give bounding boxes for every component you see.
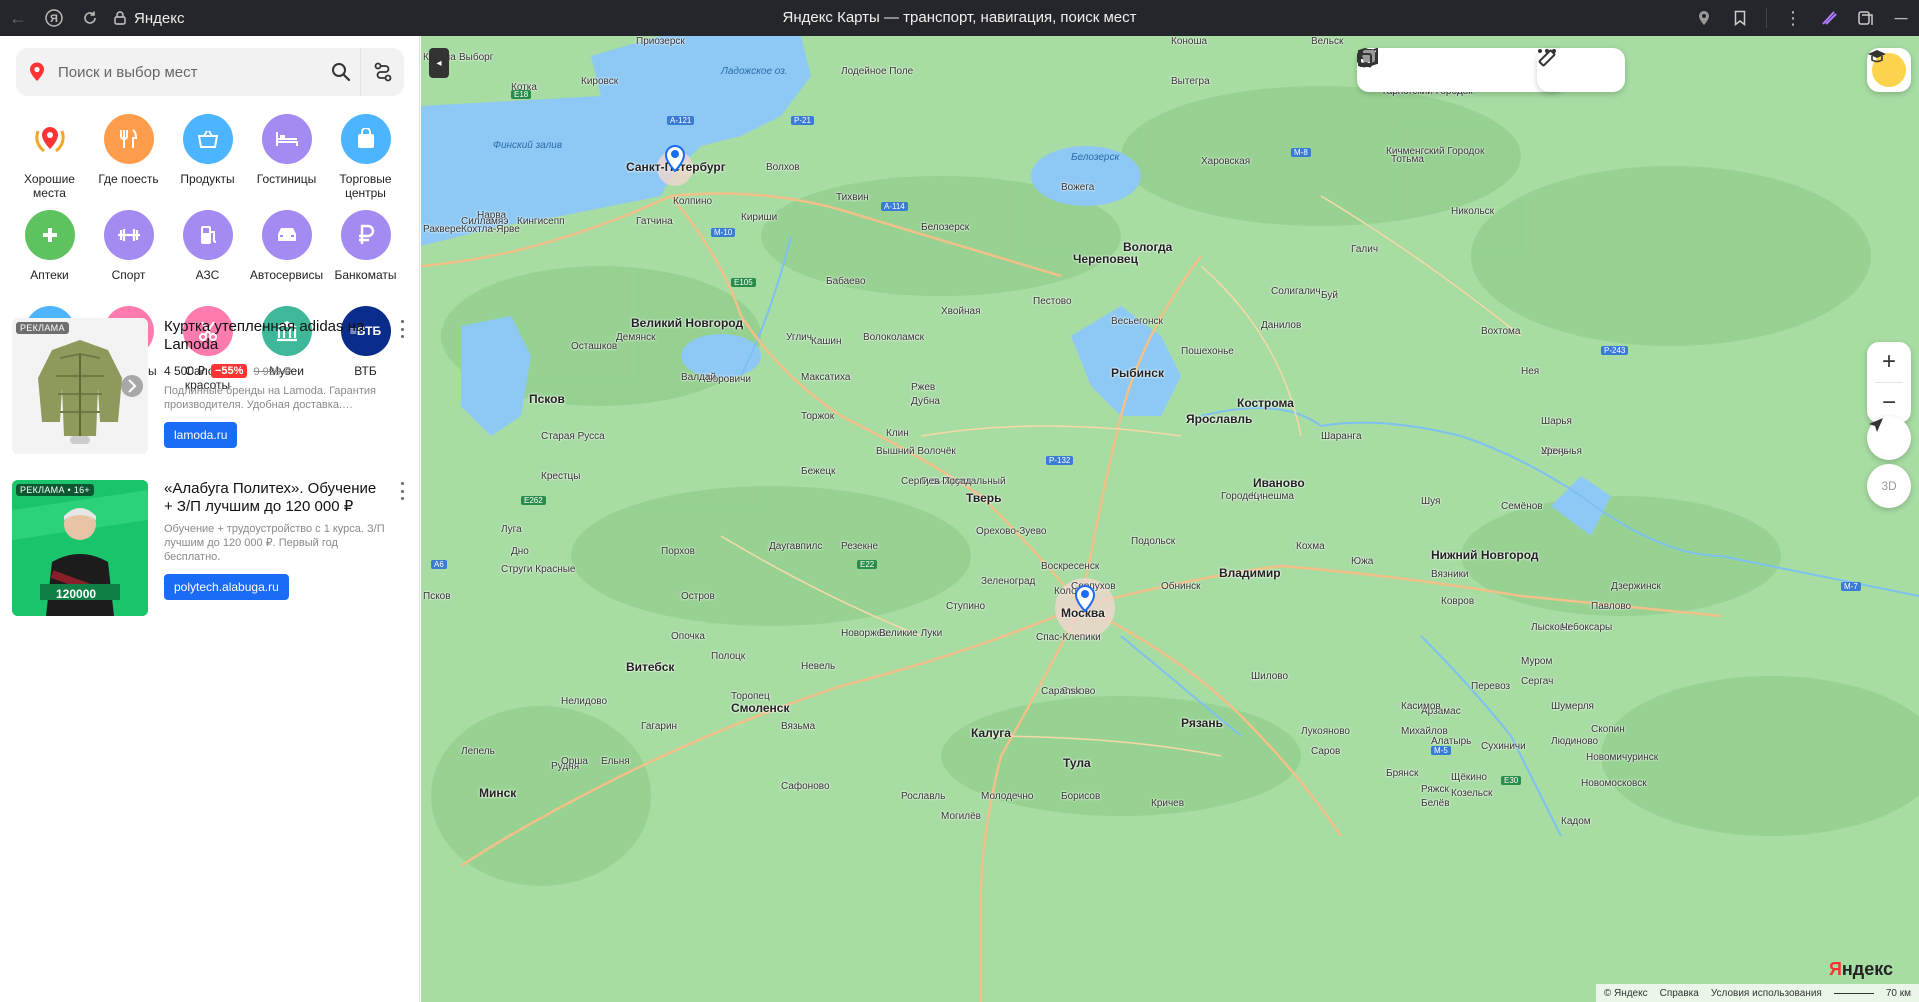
category-label: АЗС — [195, 268, 220, 282]
ad-image-jacket[interactable]: РЕКЛАМА — [12, 318, 148, 454]
map-marker-icon — [665, 145, 685, 172]
copyright-text: © Яндекс — [1603, 987, 1648, 999]
ad-image-text: 120000 — [56, 587, 97, 601]
route-icon — [374, 62, 391, 82]
dumbbell-icon — [103, 210, 154, 260]
ad-discount: −55% — [211, 364, 248, 378]
category-label: Спорт — [111, 268, 146, 282]
car-icon — [261, 210, 312, 260]
navigation-arrow-icon — [1869, 418, 1883, 432]
divider — [1766, 8, 1767, 28]
route-button[interactable] — [360, 48, 404, 96]
ad-description: Обучение + трудоустройство с 1 курса. З/… — [164, 523, 385, 563]
3d-label: 3D — [1881, 479, 1897, 493]
map-pin-icon — [16, 62, 58, 82]
terms-link[interactable]: Условия использования — [1711, 988, 1822, 999]
category-label: Продукты — [180, 172, 235, 186]
category-bed[interactable]: Гостиницы — [247, 114, 326, 202]
reload-icon[interactable] — [72, 0, 108, 36]
scale-label: 70 км — [1885, 987, 1911, 999]
plus-icon — [24, 210, 75, 260]
zoom-control: + − — [1867, 342, 1911, 423]
lock-icon — [114, 11, 126, 25]
ad-link-button[interactable]: lamoda.ru — [164, 422, 238, 448]
page-title: Яндекс Карты — транспорт, навигация, пои… — [782, 9, 1137, 26]
back-icon[interactable]: ← — [0, 0, 36, 36]
category-shopping-bag[interactable]: Торговые центры — [326, 114, 405, 202]
browser-toolbar: ← Я Яндекс Яндекс Карты — транспорт, нав… — [0, 0, 1919, 36]
ad-price: 4 500 ₽ — [164, 364, 205, 378]
category-label: Хорошие места — [24, 172, 75, 200]
more-dots-icon[interactable] — [1538, 49, 1621, 90]
category-award-pin[interactable]: Хорошие места — [10, 114, 89, 202]
layers-toolbar — [1357, 48, 1565, 92]
category-label: Банкоматы — [334, 268, 397, 282]
minimize-icon[interactable]: ─ — [1883, 0, 1919, 36]
zoom-in-button[interactable]: + — [1867, 342, 1911, 382]
ad-description: Подлинные бренды на Lamoda. Гарантия про… — [164, 385, 377, 411]
category-label: Где поесть — [98, 172, 159, 186]
search-icon[interactable] — [322, 48, 360, 96]
ruble-icon — [340, 210, 391, 260]
layer-photo-icon[interactable] — [1357, 49, 1481, 90]
ad-card-alabuga[interactable]: РЕКЛАМА • 16+ 120000 «Алабуга Политех». … — [12, 480, 408, 616]
sidebar-panel: Хорошие места Где поесть Продукты Гостиницы… — [0, 36, 420, 1002]
map-canvas[interactable]: Санкт-ПетербургМоскваНижний НовгородЯрос… — [421, 36, 1919, 1002]
category-fuel[interactable]: АЗС — [168, 210, 247, 298]
map-layer[interactable] — [421, 36, 1919, 1002]
map-marker-icon — [1075, 585, 1095, 612]
category-label: Аптеки — [30, 268, 69, 282]
fuel-icon — [182, 210, 233, 260]
ad-menu-icon[interactable] — [394, 320, 410, 338]
tools-toolbar — [1537, 48, 1625, 92]
ad-badge: РЕКЛАМА — [16, 322, 69, 334]
menu-dots-icon[interactable]: ⋮ — [1775, 0, 1811, 36]
geolocation-button[interactable] — [1867, 416, 1911, 460]
layer-panorama-icon[interactable] — [1358, 48, 1441, 90]
profile-button[interactable] — [1867, 48, 1911, 92]
collections-icon[interactable] — [1847, 0, 1883, 36]
category-dumbbell[interactable]: Спорт — [89, 210, 168, 298]
ad-old-price: 9 999 ₽ — [253, 365, 292, 378]
ad-price-row: 4 500 ₽ −55% 9 999 ₽ — [164, 364, 394, 378]
search-box[interactable] — [16, 48, 404, 96]
academic-cap-icon — [1868, 50, 1906, 87]
category-car[interactable]: Автосервисы — [247, 210, 326, 298]
ruler-icon[interactable] — [1538, 49, 1581, 90]
yandex-brand-logo: Яндекс — [1828, 959, 1893, 979]
scale-line — [1833, 992, 1874, 994]
help-link[interactable]: Справка — [1660, 988, 1699, 999]
ad-badge: РЕКЛАМА • 16+ — [16, 484, 94, 496]
fork-knife-icon — [103, 114, 154, 164]
site-name: Яндекс — [134, 9, 185, 27]
ad-card-lamoda[interactable]: РЕКЛАМА Куртка утепленная adidas на Lamo… — [12, 318, 408, 454]
bed-icon — [261, 114, 312, 164]
shopping-bag-icon — [340, 114, 391, 164]
category-basket[interactable]: Продукты — [168, 114, 247, 202]
category-label: Автосервисы — [249, 268, 324, 282]
3d-button[interactable]: 3D — [1867, 464, 1911, 508]
category-plus[interactable]: Аптеки — [10, 210, 89, 298]
category-label: Гостиницы — [256, 172, 317, 186]
ad-image-alabuga[interactable]: РЕКЛАМА • 16+ 120000 — [12, 480, 148, 616]
ad-menu-icon[interactable] — [394, 482, 410, 500]
ad-link-button[interactable]: polytech.alabuga.ru — [164, 574, 289, 600]
category-label: Торговые центры — [339, 172, 392, 200]
search-input[interactable] — [58, 63, 322, 81]
alice-icon[interactable] — [1811, 0, 1847, 36]
yandex-browser-icon[interactable]: Я — [36, 0, 72, 36]
basket-icon — [182, 114, 233, 164]
layer-transport-icon[interactable] — [1359, 49, 1521, 90]
collapse-panel-button[interactable]: ◂ — [429, 48, 449, 78]
ad-title[interactable]: Куртка утепленная adidas на Lamoda — [164, 318, 394, 354]
category-fork-knife[interactable]: Где поесть — [89, 114, 168, 202]
ad-title[interactable]: «Алабуга Политех». Обучение + З/П лучшим… — [164, 480, 394, 516]
address-bar[interactable]: Яндекс — [114, 10, 184, 27]
award-pin-icon — [24, 114, 75, 164]
location-pin-icon[interactable] — [1686, 0, 1722, 36]
bookmark-icon[interactable] — [1722, 0, 1758, 36]
map-copyright-bar: © Яндекс Справка Условия использования 7… — [1595, 984, 1919, 1002]
category-ruble[interactable]: Банкоматы — [326, 210, 405, 298]
svg-text:Я: Я — [50, 13, 58, 25]
